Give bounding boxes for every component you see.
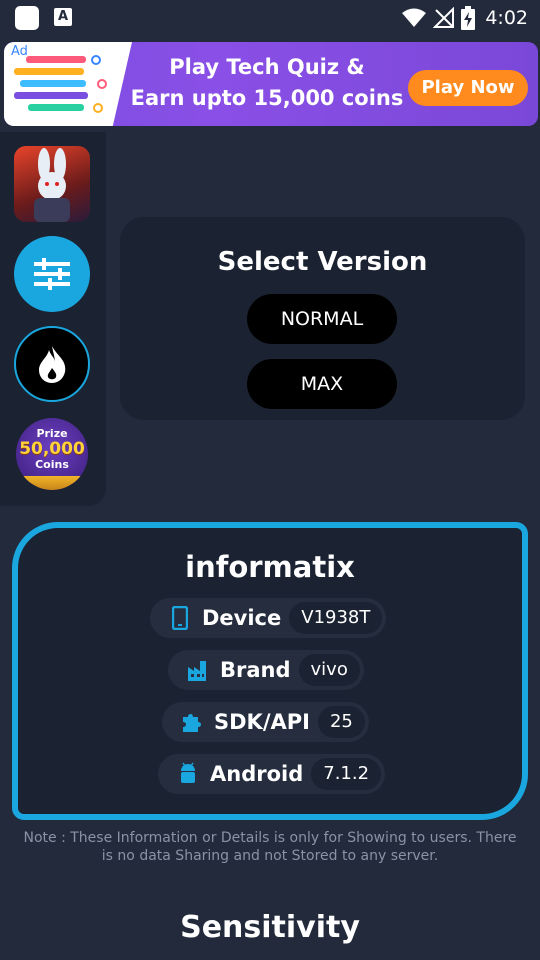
sensitivity-title: Sensitivity [180, 910, 360, 945]
settings-sliders-button[interactable] [14, 236, 90, 312]
ad-banner[interactable]: Ad Play Tech Quiz & Earn upto 15,000 coi… [4, 42, 538, 126]
boost-button[interactable] [14, 326, 90, 402]
device-label: Device [202, 606, 282, 630]
app-notification-icon [15, 6, 39, 30]
prize-line-2: 50,000 [19, 439, 85, 459]
status-bar: A 4:02 [0, 0, 540, 36]
clock: 4:02 [485, 7, 528, 29]
prize-coins-button[interactable]: Prize 50,000 Coins [16, 418, 88, 490]
battery-charging-icon [461, 6, 476, 30]
device-row: Device V1938T [150, 598, 387, 638]
flame-icon [39, 346, 66, 383]
brand-value: vivo [298, 654, 360, 686]
informatix-card: informatix Device V1938T Brand vivo SDK/… [12, 522, 528, 820]
ad-headline: Play Tech Quiz & Earn upto 15,000 coins [122, 52, 412, 114]
factory-icon [184, 650, 212, 690]
sdk-row: SDK/API 25 [162, 702, 369, 742]
sdk-value: 25 [317, 706, 365, 738]
puzzle-icon [178, 702, 206, 742]
select-version-card: Select Version NORMAL MAX [120, 217, 525, 420]
ad-label: Ad [11, 44, 28, 59]
android-value: 7.1.2 [311, 758, 382, 790]
sliders-icon [34, 258, 70, 290]
ad-line-1: Play Tech Quiz & [169, 55, 365, 79]
sdk-label: SDK/API [214, 710, 310, 734]
wifi-icon [401, 7, 427, 29]
normal-version-button[interactable]: NORMAL [247, 294, 397, 344]
play-now-button[interactable]: Play Now [408, 70, 528, 106]
no-signal-icon [433, 7, 455, 29]
ad-line-2: Earn upto 15,000 coins [130, 86, 404, 110]
select-version-title: Select Version [217, 247, 428, 277]
privacy-note: Note : These Information or Details is o… [23, 830, 517, 864]
max-version-button[interactable]: MAX [247, 359, 397, 409]
prize-line-3: Coins [35, 458, 69, 471]
android-label: Android [210, 762, 304, 786]
coins-icon [16, 476, 88, 490]
brand-label: Brand [220, 658, 291, 682]
font-notification-icon: A [54, 8, 72, 26]
android-icon [174, 754, 202, 794]
game-app-icon[interactable] [14, 146, 90, 222]
informatix-title: informatix [185, 550, 355, 584]
phone-icon [166, 598, 194, 638]
brand-row: Brand vivo [168, 650, 364, 690]
android-row: Android 7.1.2 [158, 754, 386, 794]
device-value: V1938T [289, 602, 383, 634]
